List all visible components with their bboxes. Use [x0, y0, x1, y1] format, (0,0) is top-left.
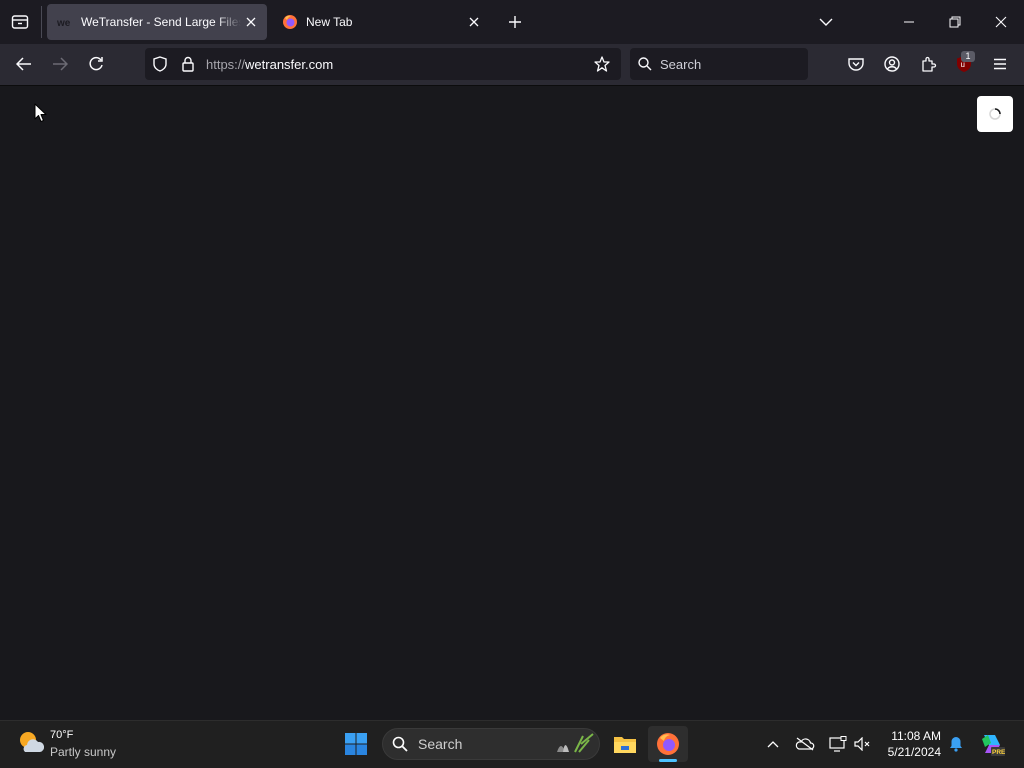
url-host: wetransfer.com: [245, 57, 334, 72]
search-highlight-image-icon: [553, 732, 595, 754]
lock-icon[interactable]: [178, 54, 198, 74]
taskbar-firefox-icon[interactable]: [656, 732, 680, 756]
tab-title: WeTransfer - Send Large Files &: [81, 15, 241, 29]
svg-text:PRE: PRE: [992, 749, 1005, 756]
clock-time[interactable]: 11:08 AM: [860, 729, 941, 743]
account-icon[interactable]: [881, 54, 903, 74]
file-explorer-icon[interactable]: [613, 733, 637, 755]
weather-description[interactable]: Partly sunny: [50, 745, 116, 759]
close-tab-icon[interactable]: [241, 12, 261, 32]
mouse-cursor-icon: [34, 103, 48, 123]
notification-bell-icon[interactable]: [946, 734, 966, 754]
show-hidden-icons-chevron-up-icon[interactable]: [763, 734, 783, 754]
windows-start-icon[interactable]: [344, 732, 368, 756]
tracking-protection-shield-icon[interactable]: [150, 54, 170, 74]
tab-title: New Tab: [306, 15, 353, 29]
search-bar[interactable]: [630, 48, 808, 80]
url-text[interactable]: https://wetransfer.com: [206, 57, 333, 72]
tab-new-tab[interactable]: New Tab: [272, 4, 490, 40]
close-tab-icon[interactable]: [464, 12, 484, 32]
extension-badge-count: 1: [961, 51, 975, 62]
search-icon: [636, 55, 654, 73]
list-all-tabs-chevron-down-icon[interactable]: [814, 11, 838, 33]
tab-divider: [41, 6, 42, 38]
url-scheme: https://: [206, 57, 246, 72]
firefox-view-icon[interactable]: [8, 11, 32, 33]
extensions-puzzle-icon[interactable]: [918, 54, 940, 74]
restore-window-icon[interactable]: [942, 10, 968, 34]
copilot-preview-icon[interactable]: PRE: [979, 731, 1006, 757]
reload-icon[interactable]: [84, 52, 108, 76]
forward-arrow-icon[interactable]: [48, 52, 72, 76]
new-tab-plus-icon[interactable]: [503, 11, 527, 33]
loading-spinner-box: [977, 96, 1013, 132]
firefox-logo-icon: [282, 14, 298, 30]
loading-spinner-icon: [989, 108, 1001, 120]
pocket-icon[interactable]: [845, 54, 867, 74]
page-content-area[interactable]: [0, 86, 1024, 720]
bookmark-star-icon[interactable]: [592, 54, 612, 74]
close-window-icon[interactable]: [988, 10, 1014, 34]
back-arrow-icon[interactable]: [12, 52, 36, 76]
taskbar-search-placeholder: Search: [418, 736, 463, 752]
network-monitor-icon[interactable]: [827, 734, 849, 754]
minimize-window-icon[interactable]: [896, 10, 922, 34]
wetransfer-favicon: we: [57, 14, 73, 30]
hamburger-menu-icon[interactable]: [989, 54, 1011, 74]
search-input-placeholder[interactable]: Search: [660, 57, 701, 72]
partly-sunny-weather-icon[interactable]: [16, 728, 45, 758]
clock-date[interactable]: 5/21/2024: [860, 745, 941, 759]
tab-wetransfer[interactable]: we WeTransfer - Send Large Files &: [47, 4, 267, 40]
taskbar-search-icon: [391, 735, 409, 753]
svg-text:we: we: [57, 18, 71, 27]
onedrive-offline-icon[interactable]: [794, 734, 816, 754]
active-app-indicator: [659, 759, 677, 762]
weather-temperature[interactable]: 70°F: [50, 729, 73, 741]
